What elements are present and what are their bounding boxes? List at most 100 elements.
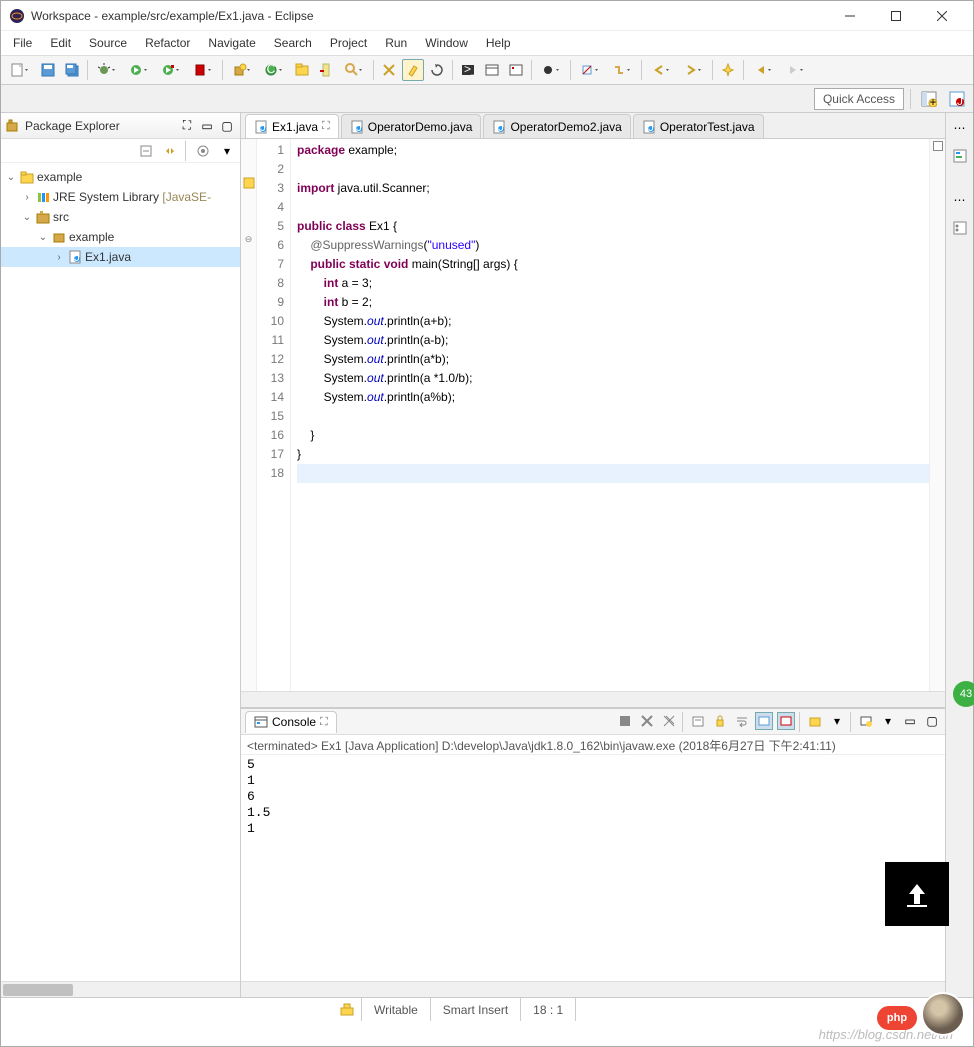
next-edit-button[interactable] [678,59,708,81]
highlight-button[interactable] [402,59,424,81]
line-numbers[interactable]: 123456789101112131415161718 [257,139,291,691]
new-class-button[interactable]: C [259,59,289,81]
prev-edit-button[interactable] [646,59,676,81]
status-position[interactable]: 18 : 1 [520,998,575,1021]
console-max-button[interactable]: ▢ [923,712,941,730]
toggle-mark-button[interactable] [378,59,400,81]
step-button[interactable] [607,59,637,81]
breakpoint-button[interactable] [536,59,566,81]
tree-item-src[interactable]: src [53,210,69,224]
debug-button[interactable] [92,59,122,81]
ext-tools-button[interactable] [188,59,218,81]
scroll-lock-button[interactable] [711,712,729,730]
console-hscrollbar[interactable] [241,981,945,997]
show-stderr-button[interactable] [777,712,795,730]
editor-tab[interactable]: JOperatorDemo2.java [483,114,630,138]
open-console-button[interactable] [857,712,875,730]
outline-view-icon[interactable] [949,145,971,167]
view-menu-button[interactable]: ▾ [218,142,236,160]
console-dropdown[interactable]: ▾ [879,712,897,730]
code-area[interactable]: package example; import java.util.Scanne… [291,139,929,691]
pin-button[interactable] [717,59,739,81]
open-type-button[interactable] [291,59,313,81]
restore-icon[interactable]: ⋯ [949,117,971,139]
status-writable[interactable]: Writable [361,998,430,1021]
tab-label: Ex1.java [272,120,318,134]
menu-search[interactable]: Search [266,34,320,52]
main-toolbar: C >_ [1,55,973,85]
coverage-button[interactable] [156,59,186,81]
restore2-icon[interactable]: ⋯ [949,189,971,211]
clear-console-button[interactable] [689,712,707,730]
terminate-button[interactable] [616,712,634,730]
menu-edit[interactable]: Edit [42,34,79,52]
minimize-view-button[interactable]: ▭ [198,117,216,135]
word-wrap-button[interactable] [733,712,751,730]
tree-item-file[interactable]: Ex1.java [85,250,131,264]
skip-button[interactable] [575,59,605,81]
console-tab[interactable]: Console ⛶ [245,711,337,733]
close-icon[interactable]: ⛶ [320,716,328,729]
menu-file[interactable]: File [5,34,40,52]
window-title: Workspace - example/src/example/Ex1.java… [31,9,827,23]
right-trim-stack: ⋯ ⋯ [945,113,973,997]
tree-item-jre[interactable]: JRE System Library [JavaSE- [53,190,211,204]
annotation-ruler[interactable]: ⊖ [241,139,257,691]
search-button[interactable] [339,59,369,81]
close-icon[interactable]: ⛶ [322,120,330,133]
menu-help[interactable]: Help [478,34,519,52]
java-perspective-button[interactable]: J [945,87,969,111]
console-button[interactable] [481,59,503,81]
share-button[interactable] [885,862,949,926]
run-button[interactable] [124,59,154,81]
menu-run[interactable]: Run [377,34,415,52]
save-button[interactable] [37,59,59,81]
pin-console-button[interactable] [806,712,824,730]
display-console-button[interactable]: ▾ [828,712,846,730]
svg-text:J: J [356,120,362,134]
minimize-button[interactable] [827,1,873,31]
tree-item-project[interactable]: example [37,170,82,184]
console-output[interactable]: 5 1 6 1.5 1 [241,755,945,981]
maximize-view-button[interactable]: ▢ [218,117,236,135]
avatar[interactable] [921,992,965,1036]
close-button[interactable] [919,1,965,31]
float-badge[interactable]: 43 [953,681,974,707]
menu-window[interactable]: Window [417,34,476,52]
tasklist-view-icon[interactable] [949,217,971,239]
new-package-button[interactable] [227,59,257,81]
editor-tab[interactable]: JOperatorDemo.java [341,114,482,138]
forward-button[interactable] [780,59,810,81]
tree-hscrollbar[interactable] [1,981,240,997]
back-button[interactable] [748,59,778,81]
new-button[interactable] [5,59,35,81]
status-insert[interactable]: Smart Insert [430,998,520,1021]
open-task-button[interactable] [315,59,337,81]
editor-hscrollbar[interactable] [241,691,945,707]
remove-all-button[interactable] [660,712,678,730]
editor-tab[interactable]: JOperatorTest.java [633,114,764,138]
open-perspective-button[interactable]: + [917,87,941,111]
quick-access-input[interactable]: Quick Access [814,88,904,110]
overview-ruler[interactable] [929,139,945,691]
tree-item-package[interactable]: example [69,230,114,244]
link-editor-button[interactable] [161,142,179,160]
terminal-button[interactable]: >_ [457,59,479,81]
menu-source[interactable]: Source [81,34,135,52]
refresh-button[interactable] [426,59,448,81]
editor-body[interactable]: ⊖ 123456789101112131415161718 package ex… [241,139,945,691]
problems-button[interactable] [505,59,527,81]
editor-tab[interactable]: JEx1.java⛶ [245,114,339,138]
save-all-button[interactable] [61,59,83,81]
menu-refactor[interactable]: Refactor [137,34,198,52]
pin-icon[interactable]: ⛶ [178,117,196,135]
remove-launch-button[interactable] [638,712,656,730]
menu-project[interactable]: Project [322,34,375,52]
collapse-all-button[interactable] [137,142,155,160]
show-console-button[interactable] [755,712,773,730]
focus-task-button[interactable] [194,142,212,160]
menu-navigate[interactable]: Navigate [200,34,263,52]
console-min-button[interactable]: ▭ [901,712,919,730]
project-tree[interactable]: ⌄example ›JRE System Library [JavaSE- ⌄s… [1,163,240,981]
maximize-button[interactable] [873,1,919,31]
